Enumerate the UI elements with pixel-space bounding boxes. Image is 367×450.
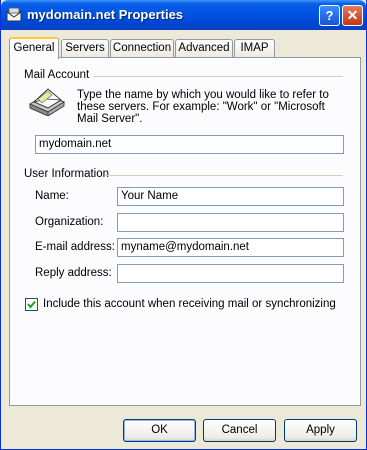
mail-account-divider [93,76,343,77]
include-account-checkbox[interactable] [25,298,38,311]
tab-imap[interactable]: IMAP [234,39,275,57]
apply-button[interactable]: Apply [284,419,357,442]
properties-dialog: mydomain.net Properties ? ✕ General Serv… [0,0,367,450]
help-button[interactable]: ? [319,5,340,26]
reply-address-label: Reply address: [35,267,112,279]
mail-account-group-label: Mail Account [24,69,90,81]
mail-account-icon [6,7,22,22]
tab-general[interactable]: General [9,37,59,59]
email-input[interactable]: myname@mydomain.net [117,238,344,257]
tab-connection[interactable]: Connection [110,39,174,57]
name-input[interactable]: Your Name [117,187,344,206]
title-bar[interactable]: mydomain.net Properties ? ✕ [1,0,366,30]
mail-account-description: Type the name by which you would like to… [77,89,329,125]
reply-address-input[interactable] [117,264,344,283]
name-label: Name: [35,190,69,202]
organization-input[interactable] [117,213,344,232]
user-info-group-label: User Information [24,168,110,180]
tab-servers[interactable]: Servers [61,39,109,57]
email-label: E-mail address: [35,241,115,253]
user-info-divider [105,175,343,176]
cancel-button[interactable]: Cancel [203,419,276,442]
checkmark-icon [27,300,36,309]
window-title: mydomain.net Properties [27,7,184,22]
include-account-label[interactable]: Include this account when receiving mail… [43,298,336,310]
close-button[interactable]: ✕ [342,5,363,26]
tab-advanced[interactable]: Advanced [175,39,233,57]
mail-server-icon [28,88,66,116]
account-name-input[interactable]: mydomain.net [35,135,344,154]
organization-label: Organization: [35,216,104,228]
ok-button[interactable]: OK [123,419,196,442]
